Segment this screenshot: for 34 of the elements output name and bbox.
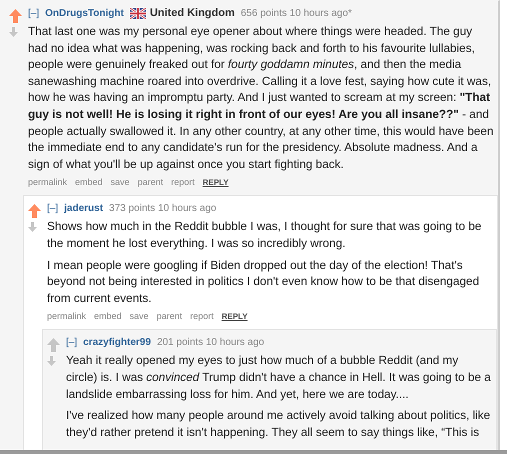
downvote-icon[interactable] (47, 356, 56, 366)
collapse-link[interactable]: [–] (66, 336, 78, 348)
flag-icon (130, 8, 146, 18)
action-link[interactable]: parent (138, 177, 164, 188)
action-link[interactable]: report (190, 311, 214, 322)
downvote-icon[interactable] (28, 222, 37, 232)
reply-link[interactable]: REPLY (222, 312, 248, 321)
score-time: 201 points 10 hours ago (156, 336, 264, 348)
author-link[interactable]: jaderust (64, 202, 104, 214)
upvote-icon[interactable] (28, 204, 41, 218)
comment-text: That last one was my personal eye opener about where things were headed. The guy had no idea what was happening, was rocking back and forth to his favourite lullabies, people were genuinely freaked out for fourty goddamn minutes, and then the media sanewashing machine roared into overdrive. Calling it a love fest, saying how cute it was, how he was having an impromptu party. And I just wanted to scream at my screen: "That guy is not well! He is losing it right in front of our eyes! Are you all insane??" - and people actually swallowed it. In any other country, at any other time, this would have been the immediate end to any candidate's run for the presidency. Absolute madness. And a sign of what you'll be up against once you start fighting back. (28, 23, 494, 172)
comment-text: Shows how much in the Reddit bubble I was, I thought for sure that was going to be the moment he lost everything. I was so incredibly wrong. (47, 218, 482, 252)
author-link[interactable]: crazyfighter99 (83, 336, 151, 348)
collapse-link[interactable]: [–] (28, 8, 40, 18)
reply-link[interactable]: REPLY (202, 178, 229, 187)
comment-text: I mean people were googling if Biden dropped out the day of the election! That's beyond not being interested in politics I don't even know how to be that disengaged from current events. (47, 256, 480, 306)
action-link[interactable]: permalink (47, 311, 86, 322)
action-link[interactable]: embed (75, 177, 103, 188)
action-link[interactable]: save (110, 177, 130, 188)
action-link[interactable]: permalink (28, 177, 68, 188)
score-time: 373 points 10 hours ago (109, 202, 216, 214)
author-link[interactable]: OnDrugsTonight (45, 8, 124, 18)
user-flair: United Kingdom (150, 7, 235, 19)
comment-text: Yeah it really opened my eyes to just how much of a bubble Reddit (and my circle) is. I was convinced Trump didn't have a chance in Hell. It was going to be a landslide embarrassing loss for him. And yet, here we are today.... (66, 352, 492, 402)
collapse-link[interactable]: [–] (47, 202, 58, 214)
upvote-icon[interactable] (9, 9, 22, 23)
score-time: 656 points 10 hours ago* (240, 8, 352, 18)
downvote-icon[interactable] (9, 27, 18, 37)
comment-text: I've realized how many people around me actively avoid talking about politics, like they'd rather pretend it isn't happening. They all seem to say things like, “This is (66, 407, 492, 440)
upvote-icon[interactable] (47, 338, 60, 352)
action-link[interactable]: parent (156, 311, 182, 322)
action-link[interactable]: save (130, 311, 149, 322)
action-link[interactable]: report (171, 177, 195, 188)
action-link[interactable]: embed (94, 311, 122, 322)
